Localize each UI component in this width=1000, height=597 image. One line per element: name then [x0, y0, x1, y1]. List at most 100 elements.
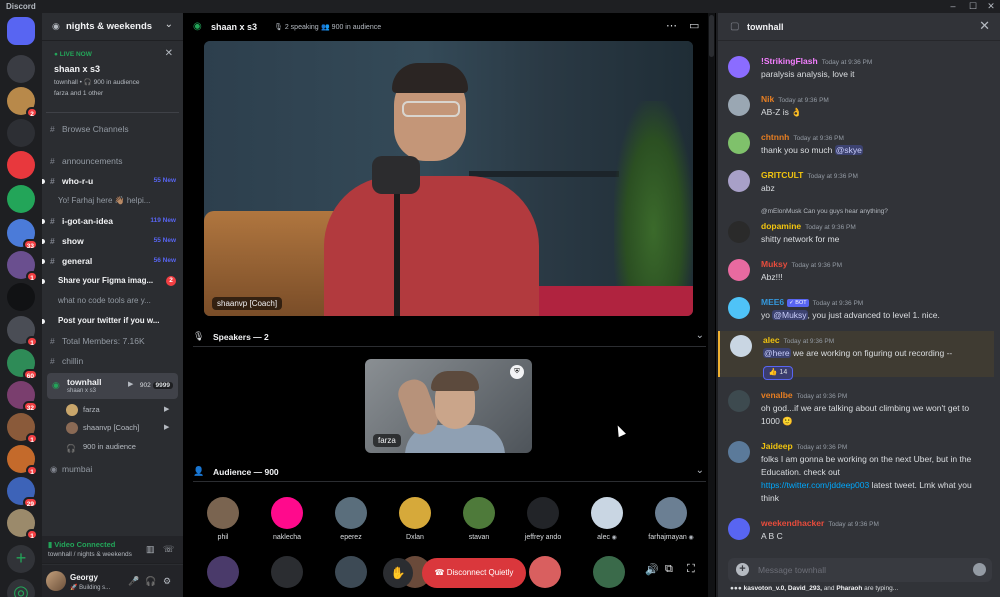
avatar[interactable]: [730, 335, 752, 357]
active-stage-channel[interactable]: ◉ townhall shaan x s3 ▶ 902 9999: [47, 373, 178, 399]
voice-user[interactable]: shaanvp [Coach] ▶: [66, 420, 169, 436]
speakers-header[interactable]: 🎙 Speakers — 2 ⌄: [193, 329, 706, 347]
volume-icon[interactable]: 🔊: [645, 563, 659, 576]
avatar[interactable]: [728, 94, 750, 116]
live-stage-card[interactable]: ● LIVE NOW ✕ shaan x s3 townhall • 🎧 900…: [46, 45, 179, 113]
audience-member[interactable]: Dxlan: [385, 497, 445, 549]
server-icon[interactable]: 33: [7, 219, 38, 250]
audience-member[interactable]: jeffrey ando: [513, 497, 573, 549]
audience-member[interactable]: stavan: [449, 497, 509, 549]
sidebar-item-channel[interactable]: # general 56 New: [42, 253, 180, 269]
server-icon[interactable]: [7, 119, 35, 147]
close-icon[interactable]: ✕: [165, 48, 173, 59]
server-icon[interactable]: 1: [7, 445, 38, 476]
message-author[interactable]: dopamine: [761, 221, 801, 231]
avatar[interactable]: [728, 518, 750, 540]
chevron-down-icon[interactable]: ⌄: [696, 465, 704, 476]
message-author[interactable]: !StrikingFlash: [761, 56, 818, 66]
server-icon[interactable]: [7, 185, 35, 213]
mute-icon[interactable]: 🎤: [128, 576, 139, 587]
server-icon[interactable]: [7, 283, 35, 311]
avatar[interactable]: [46, 571, 66, 591]
server-icon[interactable]: 1: [7, 509, 38, 540]
audience-member[interactable]: phil: [193, 497, 253, 549]
message-author[interactable]: chtnnh: [761, 132, 789, 142]
audience-member[interactable]: alec ◉: [577, 497, 637, 549]
add-server-button[interactable]: +: [7, 545, 35, 573]
message-author[interactable]: MEE6: [761, 297, 784, 307]
sidebar-item-channel[interactable]: # chillin: [50, 353, 180, 369]
message-author[interactable]: weekendhacker: [761, 518, 824, 528]
message-author[interactable]: alec: [763, 335, 780, 345]
sidebar-item-channel[interactable]: what no code tools are y...: [50, 293, 180, 309]
audience-header[interactable]: 👤 Audience — 900 ⌄: [193, 464, 706, 482]
user-mention[interactable]: @skye: [834, 145, 863, 155]
avatar[interactable]: [728, 132, 750, 154]
audience-member[interactable]: naklecha: [257, 497, 317, 549]
minimize-icon[interactable]: –: [944, 0, 962, 13]
sidebar-item-channel[interactable]: # i-got-an-idea 119 New: [42, 213, 180, 229]
server-icon[interactable]: 1: [7, 316, 38, 347]
fullscreen-icon[interactable]: ⛶: [687, 563, 695, 576]
browse-channels[interactable]: # Browse Channels: [50, 121, 180, 137]
audience-member[interactable]: eperez: [321, 497, 381, 549]
speaker-video-tile[interactable]: ⛨ farza: [365, 359, 532, 453]
server-icon[interactable]: [7, 151, 35, 179]
server-icon[interactable]: [7, 55, 35, 83]
popout-icon[interactable]: ▭: [689, 19, 699, 32]
sidebar-item-mumbai[interactable]: ◉ mumbai: [50, 461, 180, 477]
close-window-icon[interactable]: ✕: [982, 0, 1000, 13]
sidebar-item-channel[interactable]: Yo! Farhaj here 👋🏽 helpi...: [50, 193, 180, 209]
server-header[interactable]: ◉ nights & weekends ⌄: [42, 13, 183, 41]
disconnect-quietly-button[interactable]: ☎ Disconnect Quietly: [422, 558, 526, 588]
headphones-icon[interactable]: 🎧: [145, 576, 156, 587]
server-icon[interactable]: 1: [7, 251, 38, 282]
home-button[interactable]: [7, 17, 35, 45]
stage-scrollbar[interactable]: [708, 13, 715, 597]
avatar[interactable]: [728, 297, 750, 319]
avatar[interactable]: [728, 221, 750, 243]
emoji-icon[interactable]: [973, 563, 986, 576]
user-mention[interactable]: @here: [763, 348, 791, 358]
maximize-icon[interactable]: ☐: [964, 0, 982, 13]
message-author[interactable]: Muksy: [761, 259, 787, 269]
message-link[interactable]: https://twitter.com/jddeep003: [761, 480, 869, 490]
scrollbar-thumb[interactable]: [709, 15, 714, 57]
server-icon[interactable]: 60: [7, 349, 38, 380]
voice-user[interactable]: farza ▶: [66, 402, 169, 418]
reply-preview[interactable]: @mElonMusk Can you guys hear anything?: [761, 208, 888, 215]
sidebar-item-channel[interactable]: # announcements: [50, 153, 180, 169]
sidebar-item-channel[interactable]: Post your twitter if you w...: [42, 313, 180, 329]
soundboard-icon[interactable]: ▥: [146, 544, 155, 555]
raise-hand-button[interactable]: ✋: [383, 558, 413, 588]
plus-icon[interactable]: +: [736, 563, 749, 576]
sidebar-item-channel[interactable]: Share your Figma imag... 2: [42, 273, 180, 289]
message-input[interactable]: [758, 562, 958, 578]
popout-window-icon[interactable]: ⧉: [665, 563, 673, 576]
chevron-down-icon[interactable]: ⌄: [165, 19, 173, 30]
disconnect-icon[interactable]: ☏: [163, 544, 174, 555]
avatar[interactable]: [728, 441, 750, 463]
more-icon[interactable]: ⋯: [666, 19, 677, 32]
gear-icon[interactable]: ⚙: [163, 576, 171, 587]
chevron-down-icon[interactable]: ⌄: [696, 330, 704, 341]
audience-member[interactable]: farhajmayan ◉: [641, 497, 701, 549]
server-icon[interactable]: 2: [7, 87, 38, 118]
avatar[interactable]: [728, 170, 750, 192]
message-author[interactable]: GRITCULT: [761, 170, 803, 180]
server-icon[interactable]: 29: [7, 477, 38, 508]
message-author[interactable]: Jaideep: [761, 441, 793, 451]
sidebar-item-channel[interactable]: # who-r-u 55 New: [42, 173, 180, 189]
close-icon[interactable]: ✕: [979, 18, 990, 34]
main-video-tile[interactable]: shaanvp [Coach]: [204, 41, 693, 316]
discover-button[interactable]: ◎: [7, 579, 35, 597]
reaction-button[interactable]: 👍 14: [763, 366, 793, 380]
sidebar-item-channel[interactable]: # Total Members: 7.16K: [50, 333, 180, 349]
server-icon[interactable]: 1: [7, 413, 38, 444]
avatar[interactable]: [728, 56, 750, 78]
message-author[interactable]: Nik: [761, 94, 774, 104]
avatar[interactable]: [728, 390, 750, 412]
voice-user[interactable]: 🎧 900 in audience: [66, 439, 136, 455]
sidebar-item-channel[interactable]: # show 55 New: [42, 233, 180, 249]
message-author[interactable]: venalbe: [761, 390, 793, 400]
